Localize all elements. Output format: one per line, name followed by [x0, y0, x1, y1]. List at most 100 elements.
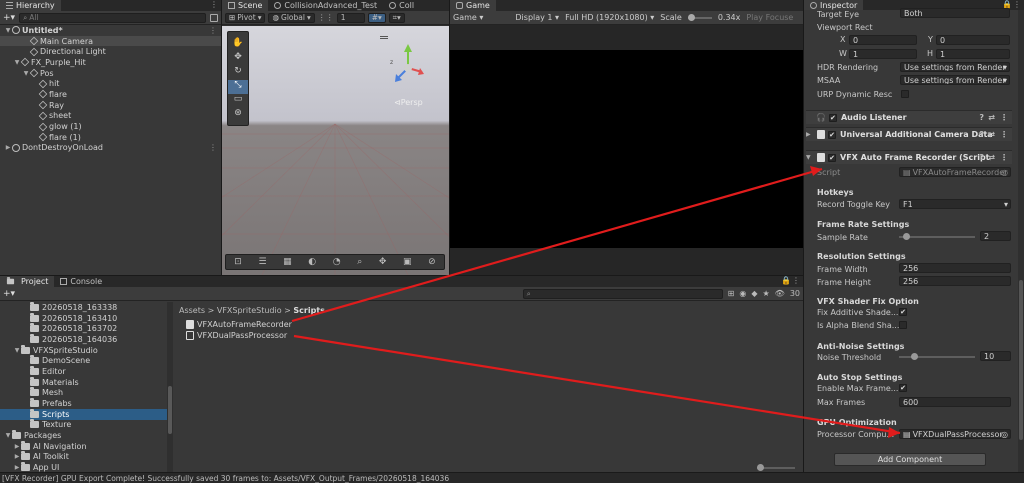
hierarchy-item[interactable]: glow (1) [0, 121, 221, 132]
enable-max-checkbox[interactable]: ✔ [899, 384, 907, 392]
expand-arrow-icon[interactable]: ▼ [4, 432, 12, 439]
project-folder-item[interactable]: Texture [0, 419, 167, 431]
snap-toggle[interactable]: ⌗▾ [388, 12, 405, 23]
breadcrumb-vfxspritestudio[interactable]: VFXSpriteStudio [217, 306, 282, 315]
frame-width-input[interactable]: 256 [899, 263, 1011, 273]
project-folder-item[interactable]: ▼ Packages [0, 430, 167, 441]
viewport-y-input[interactable]: 0 [936, 35, 1010, 45]
scale-slider[interactable] [687, 13, 712, 22]
project-folder-item[interactable]: Mesh [0, 387, 167, 399]
add-icon[interactable]: +▾ [3, 13, 15, 23]
viewport-w-input[interactable]: 1 [849, 49, 917, 59]
expand-arrow-icon[interactable]: ▶ [13, 464, 21, 471]
project-folder-item[interactable]: 20260518_164036 [0, 333, 167, 345]
urp-dynamic-checkbox[interactable] [901, 90, 909, 98]
component-menu-icon[interactable]: ⋮ [1000, 130, 1008, 139]
universal-camera-header[interactable]: ▶ ✔ Universal Additional Camera Data ? ⇄… [806, 127, 1012, 141]
display-dropdown[interactable]: Display 1 ▾ [515, 13, 559, 22]
add-icon[interactable]: +▾ [3, 289, 15, 299]
move-tool-icon[interactable]: ✥ [228, 52, 248, 66]
help-icon[interactable]: ? [979, 113, 984, 122]
hierarchy-item[interactable]: ▼ FX_Purple_Hit [0, 57, 221, 68]
search-by-label-icon[interactable]: ◉ [739, 289, 746, 298]
overlay-menu-icon[interactable] [380, 36, 388, 39]
tab-project[interactable]: Project [0, 276, 55, 287]
expand-arrow-icon[interactable]: ▼ [13, 59, 21, 66]
hierarchy-item[interactable]: flare (1) [0, 132, 221, 143]
resolution-dropdown[interactable]: Full HD (1920x1080) ▾ [565, 13, 654, 22]
project-folder-item[interactable]: DemoScene [0, 355, 167, 366]
hierarchy-menu-icon[interactable]: ⋮ [210, 0, 218, 9]
scale-tool-icon[interactable]: ⤡ [228, 80, 248, 94]
target-eye-dropdown[interactable]: Both [900, 8, 1010, 18]
hand-tool-icon[interactable]: ✋ [228, 38, 248, 52]
project-folder-item[interactable]: Prefabs [0, 398, 167, 409]
persp-label[interactable]: ⊲Persp [394, 98, 423, 107]
msaa-dropdown[interactable]: Use settings from Render ▾ [900, 75, 1010, 85]
star-icon[interactable]: ★ [762, 289, 769, 298]
viewport-x-input[interactable]: 0 [849, 35, 917, 45]
project-search-input[interactable]: ⌕ [522, 288, 723, 299]
shading-icon[interactable]: ◐ [308, 257, 316, 267]
max-frames-input[interactable]: 600 [899, 397, 1011, 407]
global-dropdown[interactable]: ◍ Global ▾ [268, 12, 315, 23]
row-menu-icon[interactable]: ⋮ [209, 143, 217, 152]
game-view[interactable] [450, 50, 803, 248]
eye-icon[interactable]: 👁 [775, 289, 785, 298]
tag-icon[interactable]: ◆ [751, 289, 757, 298]
project-tree-scrollbar[interactable] [167, 302, 173, 472]
expand-arrow-icon[interactable]: ▼ [806, 154, 814, 161]
tab-hierarchy[interactable]: Hierarchy [0, 0, 61, 11]
grid-snap-icon[interactable]: ⋮⋮ [318, 13, 334, 22]
expand-arrow-icon[interactable]: ▶ [806, 131, 814, 138]
grid-toggle[interactable]: #▾ [367, 12, 386, 23]
breadcrumb-assets[interactable]: Assets [179, 306, 205, 315]
tab-console[interactable]: Console [54, 276, 108, 287]
project-folder-item[interactable]: ▶ AI Navigation [0, 440, 167, 452]
project-folder-item[interactable]: 20260518_163702 [0, 323, 167, 334]
record-toggle-dropdown[interactable]: F1 ▾ [899, 199, 1011, 209]
expand-arrow-icon[interactable]: ▶ [13, 443, 21, 450]
status-bar[interactable]: [VFX Recorder] GPU Export Complete! Succ… [0, 472, 1024, 483]
component-menu-icon[interactable]: ⋮ [1000, 113, 1008, 122]
project-folder-item[interactable]: 20260518_163410 [0, 312, 167, 324]
gizmos-icon[interactable]: ◔ [333, 257, 341, 267]
vfx-recorder-header[interactable]: ▼ ✔ VFX Auto Frame Recorder (Script ? ⇄ … [806, 150, 1012, 164]
help-icon[interactable]: ? [979, 130, 984, 139]
hierarchy-item[interactable]: Directional Light [0, 46, 221, 57]
expand-arrow-icon[interactable]: ▼ [13, 347, 21, 354]
lighting-toggle-icon[interactable]: ☰ [258, 257, 266, 267]
inspector-menu-icon[interactable]: ⋮ [1013, 0, 1021, 9]
preset-icon[interactable]: ⇄ [988, 153, 995, 162]
expand-arrow-icon[interactable]: ▼ [22, 70, 30, 77]
hierarchy-item[interactable]: hit [0, 78, 221, 89]
project-folder-item[interactable]: 20260518_163338 [0, 302, 167, 313]
compass-icon[interactable]: ⊘ [428, 257, 436, 267]
audio-listener-enabled-checkbox[interactable]: ✔ [828, 113, 837, 122]
game-mode-dropdown[interactable]: Game ▾ [453, 13, 483, 22]
scene-visibility-icon[interactable] [210, 13, 218, 22]
component-menu-icon[interactable]: ⋮ [1000, 153, 1008, 162]
row-menu-icon[interactable]: ⋮ [209, 26, 217, 35]
noise-threshold-input[interactable]: 10 [980, 351, 1011, 361]
project-folder-item[interactable]: Editor [0, 365, 167, 377]
fix-additive-checkbox[interactable]: ✔ [899, 308, 907, 316]
grid-size-input[interactable]: 1 [336, 12, 365, 23]
move-icon[interactable]: ✥ [379, 257, 387, 267]
tab-coll[interactable]: Coll [383, 0, 420, 11]
project-menu-icon[interactable]: ⋮ [792, 276, 800, 285]
hierarchy-item[interactable]: ▶ DontDestroyOnLoad ⋮ [0, 143, 221, 154]
hierarchy-item[interactable]: Ray [0, 100, 221, 111]
project-folder-item[interactable]: ▶ AI Toolkit [0, 451, 167, 463]
rotate-tool-icon[interactable]: ↻ [228, 66, 248, 80]
project-lock-icon[interactable]: 🔒 [781, 276, 791, 285]
effects-toggle-icon[interactable]: ▦ [283, 257, 292, 267]
object-picker-icon[interactable]: ◎ [1001, 430, 1008, 438]
expand-arrow-icon[interactable]: ▼ [4, 27, 12, 34]
hierarchy-item[interactable]: ▼ Untitled* ⋮ [0, 25, 221, 36]
breadcrumb-scripts[interactable]: Scripts [293, 306, 325, 315]
file-item[interactable]: VFXAutoFrameRecorder [186, 319, 292, 330]
inspector-scrollbar[interactable] [1018, 10, 1024, 472]
sample-rate-slider[interactable] [899, 232, 975, 242]
rect-tool-icon[interactable]: ▭ [228, 94, 248, 108]
